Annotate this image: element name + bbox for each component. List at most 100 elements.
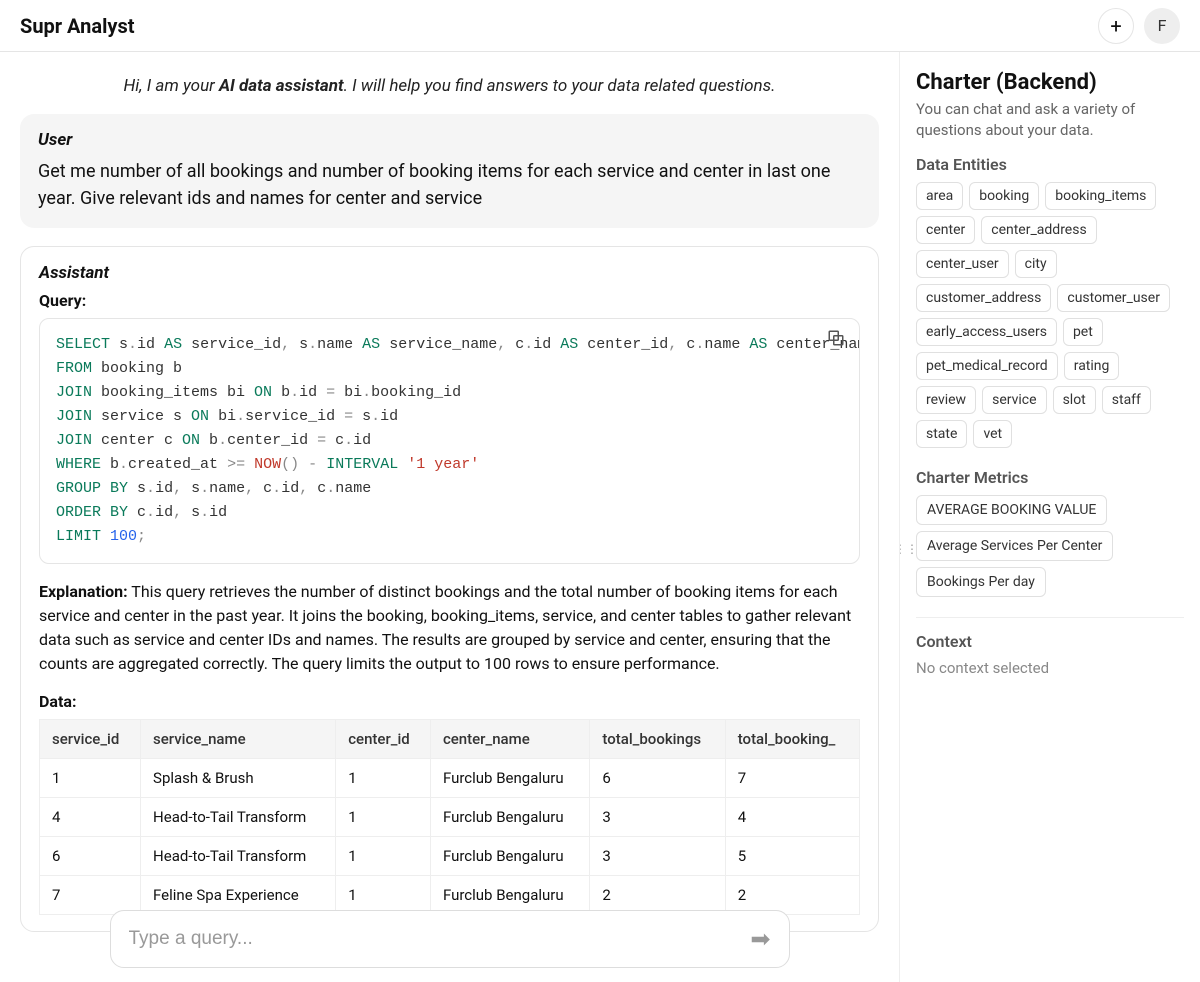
table-row: 6Head-to-Tail Transform1Furclub Bengalur… xyxy=(40,837,860,876)
intro-suffix: . I will help you find answers to your d… xyxy=(344,76,776,96)
header-actions: + F xyxy=(1098,8,1180,44)
assistant-message-box: Assistant Query: SELECT s.id AS service_… xyxy=(20,246,879,932)
table-cell: 1 xyxy=(336,876,431,915)
entity-chip[interactable]: customer_address xyxy=(916,284,1051,312)
entity-chip[interactable]: pet xyxy=(1063,318,1103,346)
sql-code-block: SELECT s.id AS service_id, s.name AS ser… xyxy=(39,318,860,564)
column-header[interactable]: service_name xyxy=(141,720,336,759)
column-header[interactable]: total_booking_ xyxy=(725,720,859,759)
entity-chip[interactable]: center_address xyxy=(981,216,1096,244)
user-message-box: User Get me number of all bookings and n… xyxy=(20,114,879,228)
table-cell: Splash & Brush xyxy=(141,759,336,798)
column-header[interactable]: service_id xyxy=(40,720,141,759)
entity-chip[interactable]: vet xyxy=(973,420,1012,448)
table-cell: Furclub Bengaluru xyxy=(430,798,589,837)
metric-chip[interactable]: Bookings Per day xyxy=(916,567,1046,597)
entity-chip[interactable]: pet_medical_record xyxy=(916,352,1058,380)
entity-chip[interactable]: state xyxy=(916,420,967,448)
assistant-label: Assistant xyxy=(39,263,860,283)
entity-chip[interactable]: booking_items xyxy=(1045,182,1156,210)
table-row: 1Splash & Brush1Furclub Bengaluru67 xyxy=(40,759,860,798)
chat-main: Hi, I am your AI data assistant. I will … xyxy=(0,52,900,982)
table-cell: 2 xyxy=(725,876,859,915)
data-label: Data: xyxy=(39,692,860,711)
table-cell: 1 xyxy=(336,798,431,837)
avatar-initial: F xyxy=(1158,16,1167,35)
results-table: service_idservice_namecenter_idcenter_na… xyxy=(39,719,860,915)
entity-chip[interactable]: city xyxy=(1015,250,1057,278)
entity-chip[interactable]: early_access_users xyxy=(916,318,1057,346)
table-cell: Furclub Bengaluru xyxy=(430,759,589,798)
app-header: Supr Analyst + F xyxy=(0,0,1200,52)
metrics-list: AVERAGE BOOKING VALUE Average Services Pe… xyxy=(916,495,1184,597)
table-body: 1Splash & Brush1Furclub Bengaluru674Head… xyxy=(40,759,860,915)
user-avatar[interactable]: F xyxy=(1144,8,1180,44)
table-cell: Furclub Bengaluru xyxy=(430,837,589,876)
table-cell: 4 xyxy=(725,798,859,837)
entity-chip[interactable]: review xyxy=(916,386,976,414)
context-empty: No context selected xyxy=(916,659,1184,677)
entity-chip[interactable]: area xyxy=(916,182,963,210)
query-input[interactable] xyxy=(129,928,751,950)
entity-chip[interactable]: service xyxy=(982,386,1046,414)
sidebar-subtitle: You can chat and ask a variety of questi… xyxy=(916,99,1184,141)
table-cell: Feline Spa Experience xyxy=(141,876,336,915)
query-label: Query: xyxy=(39,291,860,310)
table-cell: 6 xyxy=(40,837,141,876)
table-cell: 4 xyxy=(40,798,141,837)
table-header-row: service_idservice_namecenter_idcenter_na… xyxy=(40,720,860,759)
explanation-text: This query retrieves the number of disti… xyxy=(39,582,851,673)
table-cell: 3 xyxy=(590,837,725,876)
entity-chip[interactable]: customer_user xyxy=(1057,284,1170,312)
table-cell: 2 xyxy=(590,876,725,915)
user-message-text: Get me number of all bookings and number… xyxy=(38,158,861,212)
explanation: Explanation: This query retrieves the nu… xyxy=(39,580,860,676)
table-cell: 5 xyxy=(725,837,859,876)
metric-chip[interactable]: AVERAGE BOOKING VALUE xyxy=(916,495,1107,525)
copy-button[interactable] xyxy=(827,329,849,351)
query-input-bar: ➡ xyxy=(110,910,790,968)
table-cell: 7 xyxy=(40,876,141,915)
context-label: Context xyxy=(916,632,1184,651)
column-header[interactable]: center_id xyxy=(336,720,431,759)
entity-chip[interactable]: booking xyxy=(969,182,1039,210)
input-bar-wrap: ➡ xyxy=(0,910,899,968)
metric-chip[interactable]: Average Services Per Center xyxy=(916,531,1113,561)
entity-chip[interactable]: rating xyxy=(1064,352,1120,380)
table-row: 7Feline Spa Experience1Furclub Bengaluru… xyxy=(40,876,860,915)
app-title: Supr Analyst xyxy=(20,14,135,38)
entity-chip[interactable]: center xyxy=(916,216,975,244)
table-cell: Head-to-Tail Transform xyxy=(141,798,336,837)
metrics-label: Charter Metrics xyxy=(916,468,1184,487)
table-cell: 3 xyxy=(590,798,725,837)
table-cell: 1 xyxy=(40,759,141,798)
table-cell: 1 xyxy=(336,837,431,876)
resize-handle[interactable]: ⋮⋮ xyxy=(900,542,918,556)
sidebar: ⋮⋮ Charter (Backend) You can chat and as… xyxy=(900,52,1200,982)
table-row: 4Head-to-Tail Transform1Furclub Bengalur… xyxy=(40,798,860,837)
entity-chip[interactable]: slot xyxy=(1053,386,1096,414)
user-label: User xyxy=(38,130,861,150)
send-button[interactable]: ➡ xyxy=(750,925,770,953)
plus-icon: + xyxy=(1110,14,1121,38)
intro-bold: AI data assistant xyxy=(219,76,344,96)
explanation-label: Explanation: xyxy=(39,582,128,601)
table-cell: 1 xyxy=(336,759,431,798)
entity-chip[interactable]: staff xyxy=(1102,386,1151,414)
arrow-right-icon: ➡ xyxy=(750,925,770,953)
copy-icon xyxy=(827,329,845,347)
entities-label: Data Entities xyxy=(916,155,1184,174)
table-cell: 7 xyxy=(725,759,859,798)
table-cell: Head-to-Tail Transform xyxy=(141,837,336,876)
entities-list: areabookingbooking_itemscentercenter_add… xyxy=(916,182,1184,448)
intro-text: Hi, I am your AI data assistant. I will … xyxy=(20,76,879,96)
new-chat-button[interactable]: + xyxy=(1098,8,1134,44)
column-header[interactable]: total_bookings xyxy=(590,720,725,759)
sidebar-title: Charter (Backend) xyxy=(916,70,1184,95)
table-cell: 6 xyxy=(590,759,725,798)
intro-prefix: Hi, I am your xyxy=(124,76,219,96)
column-header[interactable]: center_name xyxy=(430,720,589,759)
entity-chip[interactable]: center_user xyxy=(916,250,1009,278)
divider xyxy=(916,617,1184,618)
table-cell: Furclub Bengaluru xyxy=(430,876,589,915)
